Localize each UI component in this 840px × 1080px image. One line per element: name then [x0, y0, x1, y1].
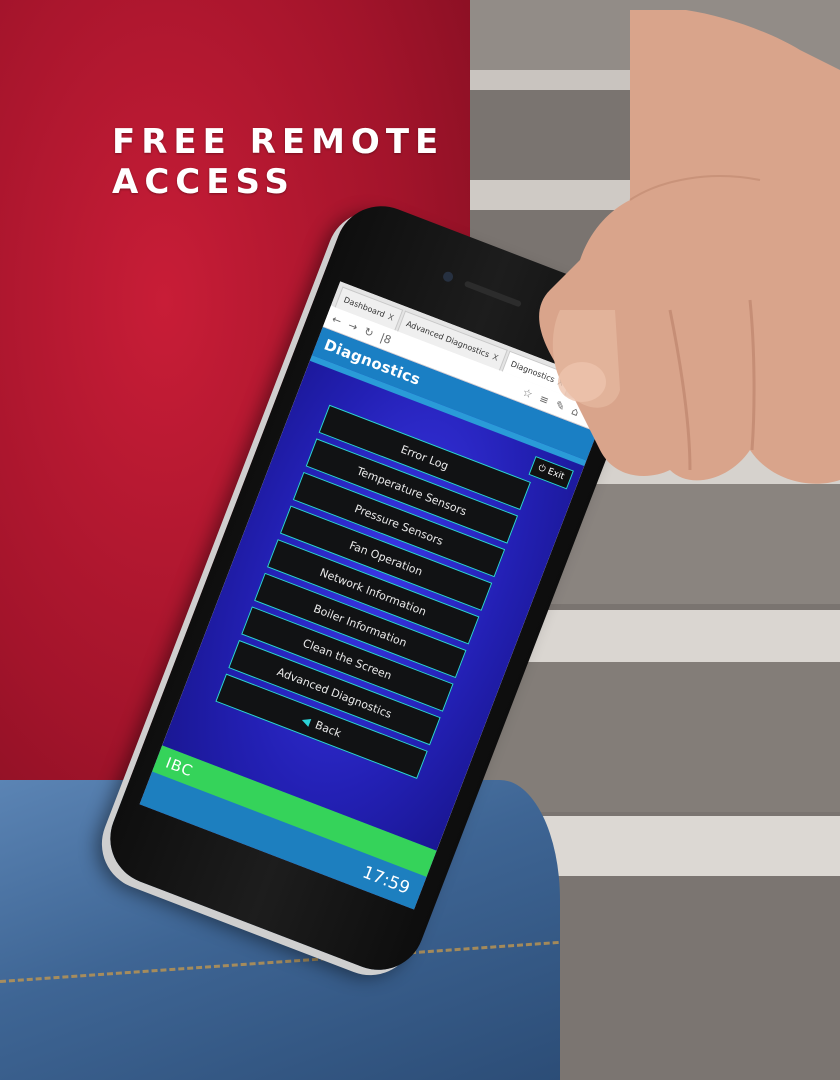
earpiece-speaker [463, 280, 522, 308]
back-arrow-icon[interactable]: ← [330, 312, 343, 327]
hand [539, 10, 840, 484]
refresh-icon[interactable]: ↻ [362, 324, 375, 339]
photo-scene: FREE REMOTE ACCESS Dashboard X Advanced … [0, 0, 840, 1080]
forward-arrow-icon[interactable]: → [346, 318, 359, 333]
diagnostics-menu: Error Log Temperature Sensors Pressure S… [213, 404, 531, 785]
tab-close-icon[interactable]: X [491, 352, 499, 362]
tab-close-icon[interactable]: X [387, 312, 395, 322]
address-bar[interactable]: |8 [378, 331, 393, 347]
back-triangle-icon: ◀ [300, 712, 313, 728]
back-label: Back [313, 717, 344, 740]
headline-line-2: ACCESS [112, 162, 295, 202]
headline-line-1: FREE REMOTE [112, 122, 445, 162]
brand-label: IBC [163, 753, 196, 781]
front-camera [441, 270, 455, 284]
headline: FREE REMOTE ACCESS [112, 122, 444, 202]
